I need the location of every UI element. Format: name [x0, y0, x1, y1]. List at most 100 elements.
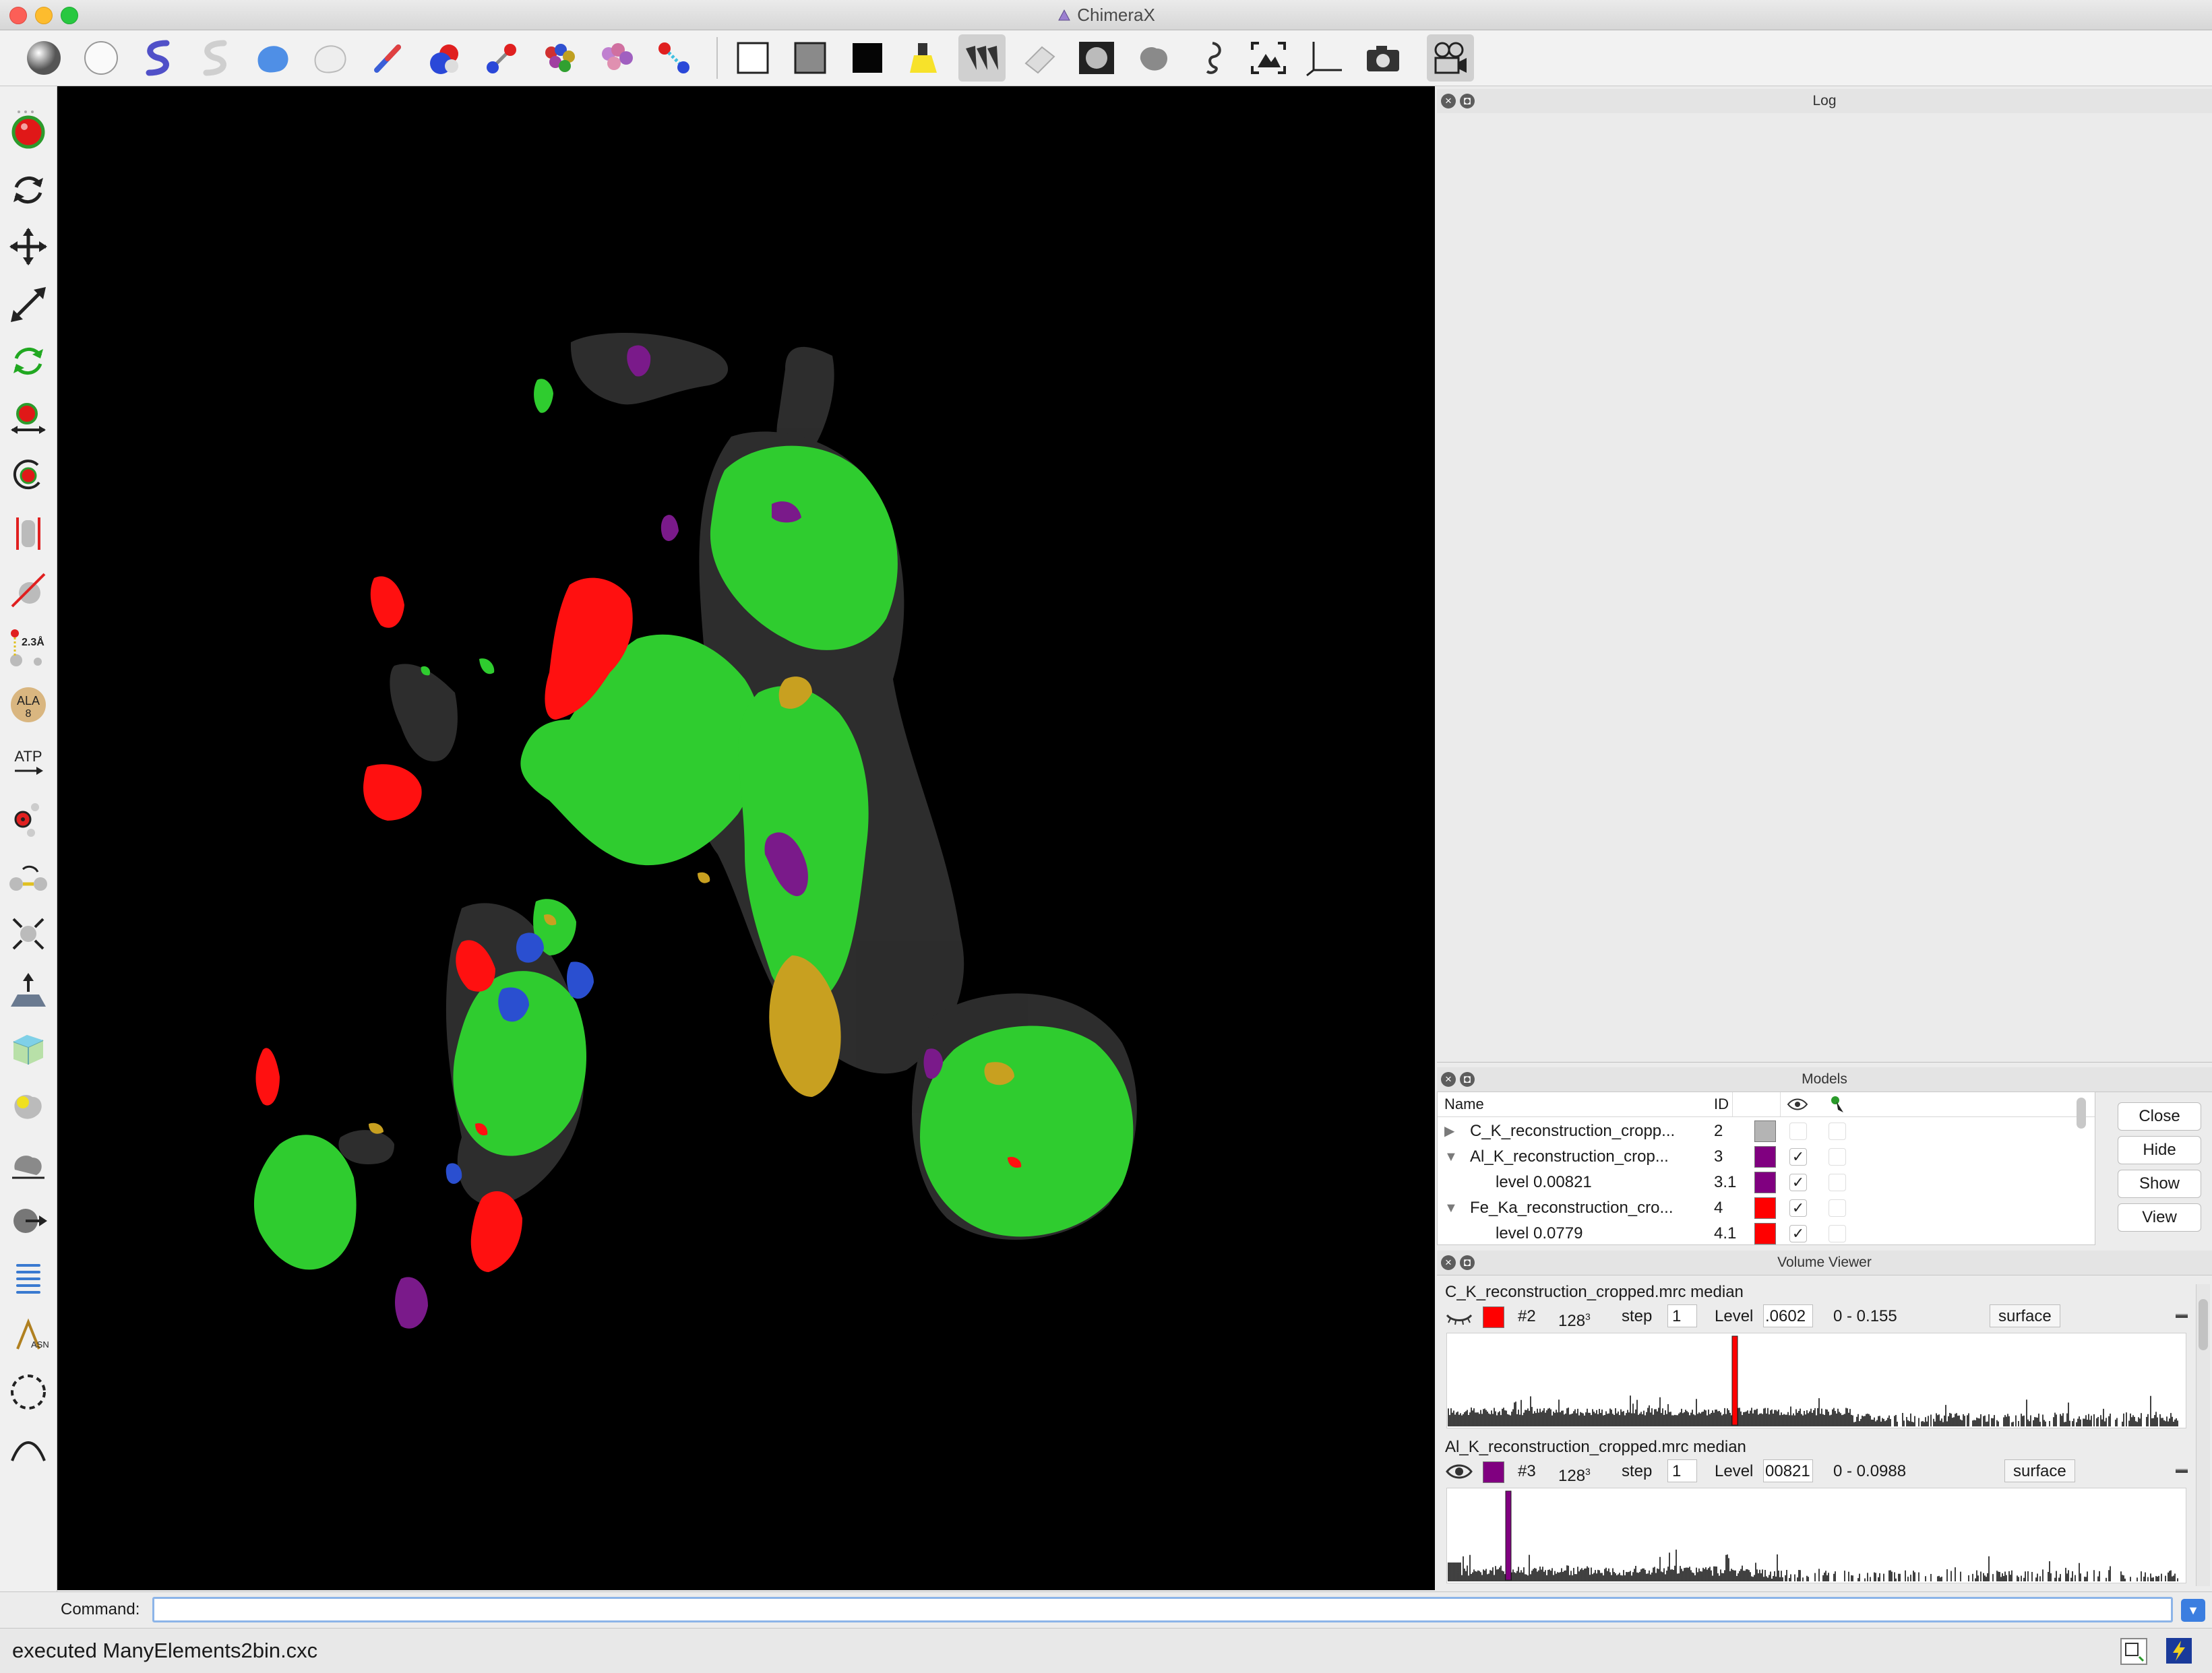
model-select-checkbox[interactable]: [1829, 1199, 1846, 1217]
map-color-swatch[interactable]: [1483, 1306, 1504, 1328]
simple-lighting-icon[interactable]: [901, 34, 948, 82]
histogram[interactable]: [1446, 1488, 2186, 1583]
map-color-swatch[interactable]: [1483, 1461, 1504, 1483]
model-color-swatch[interactable]: [1754, 1223, 1776, 1244]
expand-toggle-icon[interactable]: ▼: [1444, 1143, 1458, 1170]
eye-hidden-icon[interactable]: [1445, 1307, 1473, 1331]
volume-viewer-scrollbar[interactable]: [2196, 1284, 2210, 1586]
graphics-view[interactable]: [57, 86, 1435, 1590]
orient-axes-icon[interactable]: [1302, 34, 1349, 82]
column-id-header[interactable]: ID: [1714, 1092, 1729, 1116]
sphere-style-icon[interactable]: [421, 34, 468, 82]
performance-icon[interactable]: [2166, 1638, 2192, 1664]
hbonds-icon[interactable]: [650, 34, 698, 82]
style-menu[interactable]: surface: [2004, 1459, 2075, 1482]
translate-mode-icon[interactable]: [5, 221, 52, 272]
model-select-checkbox[interactable]: [1829, 1174, 1846, 1191]
model-shown-checkbox[interactable]: ✓: [1789, 1225, 1807, 1242]
histogram[interactable]: [1446, 1333, 2186, 1428]
threshold-marker[interactable]: [1505, 1490, 1512, 1581]
soft-lighting-icon[interactable]: [958, 34, 1006, 82]
expand-toggle-icon[interactable]: ▶: [1444, 1118, 1454, 1145]
view-all-icon[interactable]: [1245, 34, 1292, 82]
level-field[interactable]: 00821: [1763, 1459, 1813, 1482]
model-row[interactable]: ▼ Al_K_reconstruction_crop... 3 ✓: [1438, 1143, 2095, 1170]
model-color-swatch[interactable]: [1754, 1197, 1776, 1219]
model-shown-checkbox[interactable]: [1789, 1123, 1807, 1140]
model-select-checkbox[interactable]: [1829, 1123, 1846, 1140]
models-show-button[interactable]: Show: [2118, 1170, 2201, 1198]
model-color-swatch[interactable]: [1754, 1172, 1776, 1193]
model-color-swatch[interactable]: [1754, 1146, 1776, 1168]
swap-residue-icon[interactable]: ASN: [5, 1310, 52, 1361]
bond-rotation-icon[interactable]: [5, 852, 52, 903]
silhouettes-icon[interactable]: [1130, 34, 1177, 82]
model-shown-checkbox[interactable]: ✓: [1789, 1174, 1807, 1191]
stick-style-icon[interactable]: [364, 34, 411, 82]
models-view-button[interactable]: View: [2118, 1203, 2201, 1232]
atoms-ball-icon[interactable]: [20, 34, 67, 82]
level-field[interactable]: .0602: [1763, 1304, 1813, 1327]
model-color-swatch[interactable]: [1754, 1120, 1776, 1142]
black-background-icon[interactable]: [844, 34, 891, 82]
rotate-mode-icon[interactable]: [5, 164, 52, 216]
model-row[interactable]: level 0.00821 3.1 ✓: [1438, 1169, 2095, 1196]
column-name-header[interactable]: Name: [1444, 1092, 1484, 1116]
windowing-icon[interactable]: [5, 1137, 52, 1189]
full-lighting-icon[interactable]: [1073, 34, 1120, 82]
model-row[interactable]: level 0.0779 4.1 ✓: [1438, 1220, 2095, 1244]
log-content[interactable]: [1437, 113, 2212, 1063]
seahorse-icon[interactable]: [1188, 34, 1235, 82]
white-background-icon[interactable]: [729, 34, 776, 82]
zoom-mode-icon[interactable]: [5, 279, 52, 330]
show-surface-icon[interactable]: [249, 34, 297, 82]
command-history-dropdown-icon[interactable]: ▼: [2181, 1599, 2205, 1622]
graphics-resize-icon[interactable]: [2120, 1638, 2147, 1665]
rotate-selected-icon[interactable]: [5, 336, 52, 387]
model-shown-checkbox[interactable]: ✓: [1789, 1199, 1807, 1217]
label-mode-icon[interactable]: ALA 8: [5, 679, 52, 730]
map-values-icon[interactable]: [5, 1081, 52, 1132]
move-atoms-icon[interactable]: [5, 1195, 52, 1246]
model-shown-checkbox[interactable]: ✓: [1789, 1148, 1807, 1166]
color-by-chain-icon[interactable]: [593, 34, 640, 82]
tug-mode-icon[interactable]: [5, 1252, 52, 1303]
style-menu[interactable]: surface: [1990, 1304, 2060, 1327]
expand-toggle-icon[interactable]: ▼: [1444, 1195, 1458, 1222]
distance-mode-icon[interactable]: 2.3Å: [5, 623, 52, 674]
ball-and-stick-icon[interactable]: [479, 34, 526, 82]
model-select-checkbox[interactable]: [1829, 1148, 1846, 1166]
rotate-picked-icon[interactable]: [5, 450, 52, 501]
crop-volume-icon[interactable]: [5, 1023, 52, 1074]
pivot-mode-icon[interactable]: [5, 794, 52, 845]
hide-atoms-icon[interactable]: [78, 34, 125, 82]
step-field[interactable]: 1: [1667, 1459, 1697, 1482]
collapse-icon[interactable]: [2176, 1469, 2188, 1473]
step-field[interactable]: 1: [1667, 1304, 1697, 1327]
flat-lighting-icon[interactable]: [1016, 34, 1063, 82]
collapse-icon[interactable]: [2176, 1314, 2188, 1318]
clip-rotate-icon[interactable]: [5, 565, 52, 616]
color-by-element-icon[interactable]: [536, 34, 583, 82]
model-row[interactable]: ▼ Fe_Ka_reconstruction_cro... 4 ✓: [1438, 1195, 2095, 1222]
clip-mode-icon[interactable]: [5, 508, 52, 559]
models-hide-button[interactable]: Hide: [2118, 1136, 2201, 1164]
select-mode-icon[interactable]: [5, 106, 52, 158]
zone-mode-icon[interactable]: [5, 1366, 52, 1418]
hide-surface-icon[interactable]: [307, 34, 354, 82]
gray-background-icon[interactable]: [787, 34, 834, 82]
move-label-icon[interactable]: ATP: [5, 737, 52, 788]
model-row[interactable]: ▶ C_K_reconstruction_cropp... 2: [1438, 1118, 2095, 1145]
move-picked-models-icon[interactable]: [5, 393, 52, 445]
models-scrollbar[interactable]: [2077, 1098, 2086, 1129]
volume-viewer-scroll-thumb[interactable]: [2199, 1299, 2208, 1350]
eye-shown-icon[interactable]: [1445, 1462, 1473, 1486]
camera-snapshot-icon[interactable]: [1359, 34, 1407, 82]
command-input[interactable]: [152, 1597, 2173, 1622]
hide-cartoon-icon[interactable]: [192, 34, 239, 82]
swapaa-icon[interactable]: [5, 908, 52, 959]
contour-level-icon[interactable]: [5, 1424, 52, 1476]
model-select-checkbox[interactable]: [1829, 1225, 1846, 1242]
show-cartoon-icon[interactable]: [135, 34, 182, 82]
move-planes-icon[interactable]: [5, 966, 52, 1017]
